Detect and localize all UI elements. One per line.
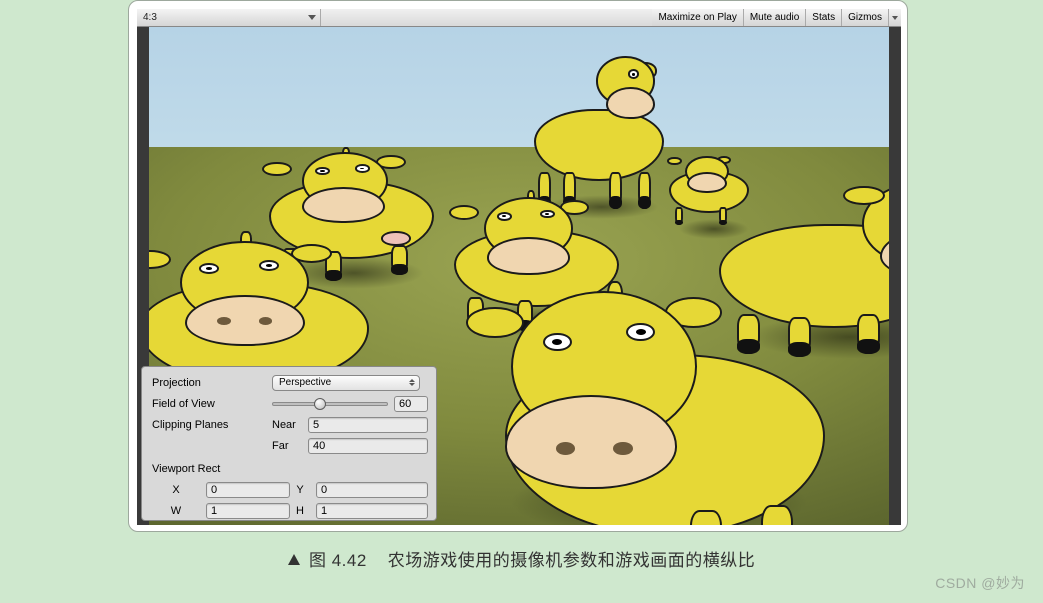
- updown-icon: [409, 379, 415, 386]
- aspect-ratio-dropdown[interactable]: 4:3: [137, 9, 321, 26]
- projection-label: Projection: [152, 377, 272, 389]
- clipping-planes-label: Clipping Planes: [152, 419, 272, 431]
- triangle-icon: [288, 554, 300, 565]
- y-label: Y: [290, 484, 316, 496]
- near-field[interactable]: 5: [308, 417, 428, 433]
- h-label: H: [290, 505, 316, 517]
- maximize-on-play-button[interactable]: Maximize on Play: [652, 9, 743, 26]
- cow-character: [479, 307, 799, 525]
- figure-text: 农场游戏使用的摄像机参数和游戏画面的横纵比: [388, 551, 756, 570]
- viewport-h-field[interactable]: 1: [316, 503, 428, 519]
- figure-number: 图 4.42: [309, 551, 367, 570]
- fov-slider[interactable]: [272, 402, 388, 406]
- gizmos-button[interactable]: Gizmos: [842, 9, 889, 26]
- mute-audio-button[interactable]: Mute audio: [744, 9, 806, 26]
- x-label: X: [152, 484, 206, 496]
- stats-button[interactable]: Stats: [806, 9, 842, 26]
- far-label: Far: [272, 440, 308, 452]
- viewport-y-field[interactable]: 0: [316, 482, 428, 498]
- chevron-down-icon: [308, 15, 316, 20]
- figure-caption: 图 4.42 农场游戏使用的摄像机参数和游戏画面的横纵比: [0, 546, 1043, 571]
- w-label: W: [152, 505, 206, 517]
- chevron-down-icon: [892, 16, 898, 20]
- projection-dropdown[interactable]: Perspective: [272, 375, 420, 391]
- cow-character: [534, 65, 664, 210]
- watermark: CSDN @妙为: [935, 573, 1025, 593]
- viewport-w-field[interactable]: 1: [206, 503, 290, 519]
- viewport-rect-label: Viewport Rect: [152, 463, 272, 475]
- fov-value-field[interactable]: 60: [394, 396, 428, 412]
- viewport-x-field[interactable]: 0: [206, 482, 290, 498]
- near-label: Near: [272, 419, 308, 431]
- far-field[interactable]: 40: [308, 438, 428, 454]
- figure-frame: 4:3 Maximize on Play Mute audio Stats Gi…: [128, 0, 908, 532]
- projection-value: Perspective: [279, 377, 331, 388]
- aspect-ratio-value: 4:3: [143, 12, 157, 23]
- unity-game-window: 4:3 Maximize on Play Mute audio Stats Gi…: [137, 9, 901, 525]
- game-toolbar: 4:3 Maximize on Play Mute audio Stats Gi…: [137, 9, 901, 27]
- slider-knob-icon[interactable]: [314, 398, 326, 410]
- camera-inspector-panel: Projection Perspective Field of View 60 …: [141, 366, 437, 521]
- fov-label: Field of View: [152, 398, 272, 410]
- gizmos-dropdown[interactable]: [889, 9, 901, 26]
